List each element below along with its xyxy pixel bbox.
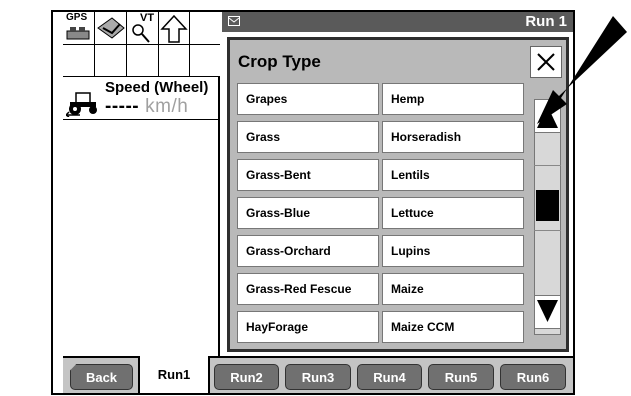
gps-receiver-icon xyxy=(66,27,90,40)
crop-type-dialog: Crop Type Grapes Grass Grass-Bent Grass-… xyxy=(227,37,569,352)
crop-option[interactable]: Grass-Blue xyxy=(237,197,379,229)
speed-title: Speed (Wheel) xyxy=(105,79,209,96)
implement-icon xyxy=(97,17,125,39)
crop-option[interactable]: Hemp xyxy=(382,83,524,115)
crop-option[interactable]: Maize CCM xyxy=(382,311,524,343)
scrollbar-divider xyxy=(534,165,561,166)
empty-cell xyxy=(95,45,127,77)
run-tab-bar: Back Run1 Run2 Run3 Run4 Run5 Run6 xyxy=(63,356,573,393)
scrollbar-divider xyxy=(534,230,561,231)
crop-option[interactable]: Lupins xyxy=(382,235,524,267)
arrow-up-cell[interactable] xyxy=(159,12,190,45)
crop-option[interactable]: Grass-Bent xyxy=(237,159,379,191)
empty-cell xyxy=(190,45,220,77)
speed-value-line: ----- km/h xyxy=(105,96,188,118)
tab-run6[interactable]: Run6 xyxy=(500,364,566,390)
speed-unit: km/h xyxy=(145,96,189,117)
tab-run5[interactable]: Run5 xyxy=(428,364,494,390)
up-arrow-icon xyxy=(160,14,188,43)
crop-option[interactable]: Grass-Orchard xyxy=(237,235,379,267)
crop-option[interactable]: Grass xyxy=(237,121,379,153)
envelope-icon xyxy=(228,16,240,26)
speed-readout[interactable]: Speed (Wheel) ----- km/h xyxy=(63,77,220,120)
speed-value: ----- xyxy=(105,96,140,117)
crop-option[interactable]: Lettuce xyxy=(382,197,524,229)
dialog-title: Crop Type xyxy=(238,52,321,71)
empty-cell xyxy=(63,45,95,77)
callout-arrow-icon xyxy=(537,16,627,124)
triangle-down-icon xyxy=(537,300,558,322)
crop-option[interactable]: Grass-Red Fescue xyxy=(237,273,379,305)
gps-status-cell[interactable]: GPS xyxy=(63,12,95,45)
scroll-down-button[interactable] xyxy=(534,295,561,329)
empty-cell xyxy=(159,45,190,77)
tab-run2[interactable]: Run2 xyxy=(214,364,279,390)
status-icon-strip: GPS VT xyxy=(63,12,220,77)
tab-run4[interactable]: Run4 xyxy=(357,364,422,390)
tab-run3[interactable]: Run3 xyxy=(285,364,351,390)
crop-option[interactable]: Lentils xyxy=(382,159,524,191)
magnifier-icon xyxy=(132,24,150,43)
gps-label: GPS xyxy=(66,12,88,23)
vt-status-cell[interactable]: VT xyxy=(127,12,159,45)
left-panel: GPS VT Speed (Wheel) ----- km/h xyxy=(63,12,220,356)
back-button[interactable]: Back xyxy=(70,364,133,390)
empty-cell xyxy=(127,45,159,77)
run-header: Run 1 xyxy=(222,12,573,32)
tab-run1[interactable]: Run1 xyxy=(138,356,210,393)
implement-status-cell[interactable] xyxy=(95,12,127,45)
crop-option[interactable]: Grapes xyxy=(237,83,379,115)
crop-option[interactable]: Horseradish xyxy=(382,121,524,153)
empty-cell xyxy=(190,12,220,45)
crop-option[interactable]: HayForage xyxy=(237,311,379,343)
scrollbar-thumb[interactable] xyxy=(536,190,559,221)
tractor-icon xyxy=(66,92,97,117)
crop-option[interactable]: Maize xyxy=(382,273,524,305)
